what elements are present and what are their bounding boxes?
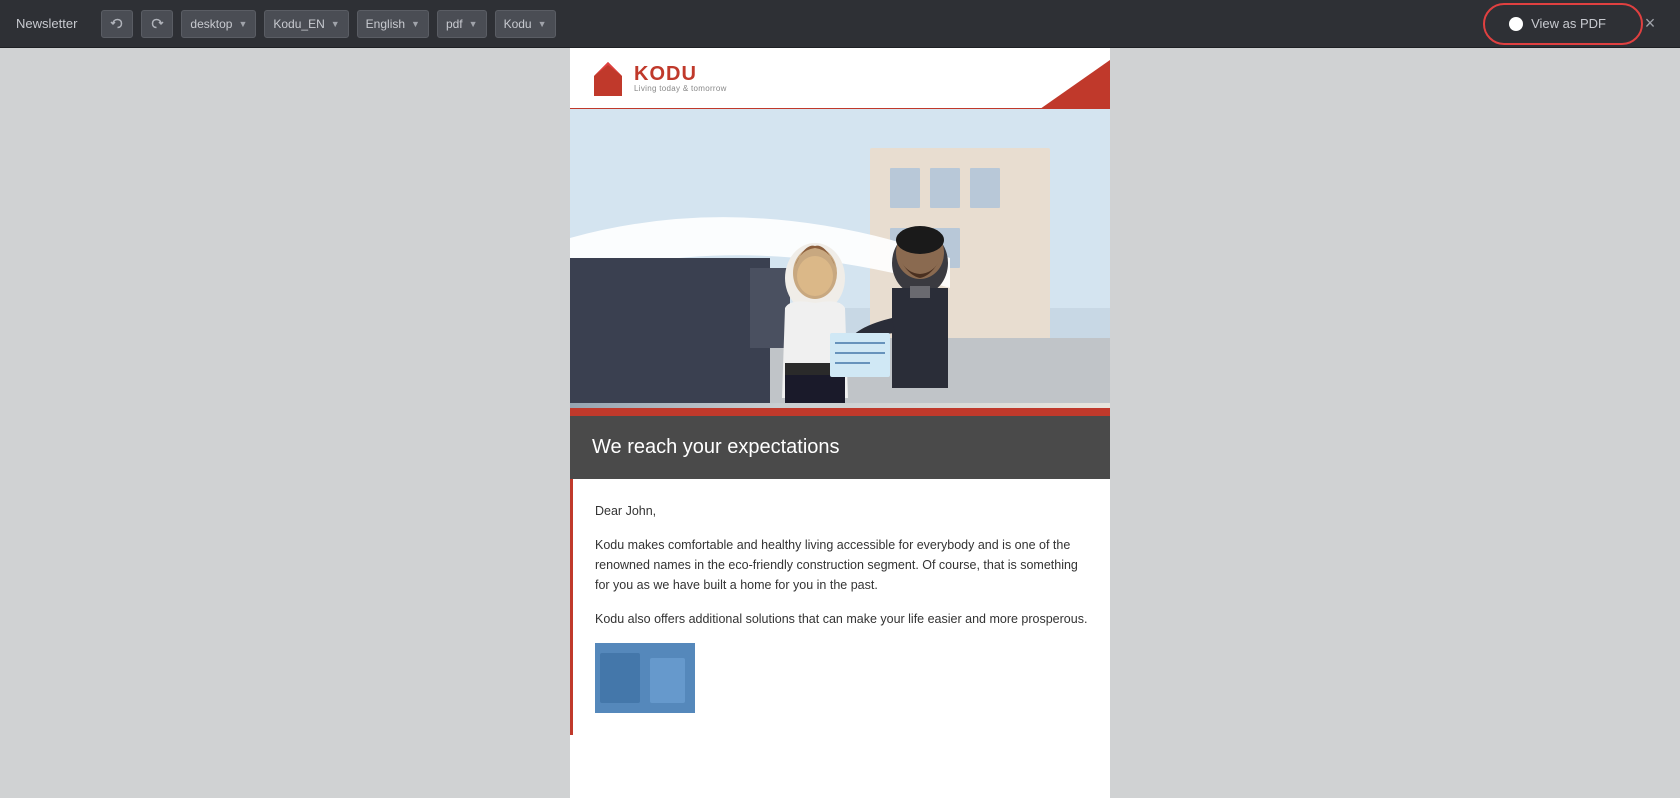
view-pdf-dot-icon xyxy=(1509,17,1523,31)
newsletter-teaser-image xyxy=(595,643,695,713)
newsletter-logo-bar: KODU Living today & tomorrow xyxy=(570,48,1110,108)
brand-select[interactable]: Kodu ▼ xyxy=(495,10,556,38)
language-select[interactable]: English ▼ xyxy=(357,10,429,38)
newsletter-body: Dear John, Kodu makes comfortable and he… xyxy=(570,479,1110,735)
right-panel xyxy=(1110,48,1680,798)
newsletter-preview: KODU Living today & tomorrow xyxy=(570,48,1110,798)
app-title: Newsletter xyxy=(16,16,77,31)
newsletter-title-section: We reach your expectations xyxy=(570,416,1110,479)
newsletter-paragraph-2: Kodu also offers additional solutions th… xyxy=(595,609,1088,629)
left-panel xyxy=(0,48,570,798)
close-button[interactable]: × xyxy=(1636,10,1664,38)
newsletter-paragraph-1: Kodu makes comfortable and healthy livin… xyxy=(595,535,1088,595)
chevron-down-icon: ▼ xyxy=(411,19,420,29)
kodu-logo-icon xyxy=(590,58,626,98)
newsletter-title: We reach your expectations xyxy=(592,436,1088,459)
device-select[interactable]: desktop ▼ xyxy=(181,10,256,38)
newsletter-greeting: Dear John, xyxy=(595,501,1088,521)
newsletter-header: KODU Living today & tomorrow xyxy=(570,48,1110,408)
main-area: KODU Living today & tomorrow xyxy=(0,48,1680,798)
redo-button[interactable] xyxy=(141,10,173,38)
view-pdf-wrapper: View as PDF xyxy=(1495,10,1620,38)
newsletter-hero-image xyxy=(570,108,1110,408)
undo-button[interactable] xyxy=(101,10,133,38)
template-select[interactable]: Kodu_EN ▼ xyxy=(264,10,348,38)
chevron-down-icon: ▼ xyxy=(469,19,478,29)
newsletter-teaser xyxy=(595,643,1088,713)
view-as-pdf-button[interactable]: View as PDF xyxy=(1495,10,1620,38)
kodu-logo: KODU Living today & tomorrow xyxy=(590,58,727,98)
format-select[interactable]: pdf ▼ xyxy=(437,10,487,38)
newsletter-red-stripe xyxy=(570,408,1110,416)
chevron-down-icon: ▼ xyxy=(538,19,547,29)
chevron-down-icon: ▼ xyxy=(331,19,340,29)
kodu-logo-text: KODU Living today & tomorrow xyxy=(634,64,727,93)
toolbar: Newsletter desktop ▼ Kodu_EN ▼ English ▼… xyxy=(0,0,1680,48)
chevron-down-icon: ▼ xyxy=(238,19,247,29)
